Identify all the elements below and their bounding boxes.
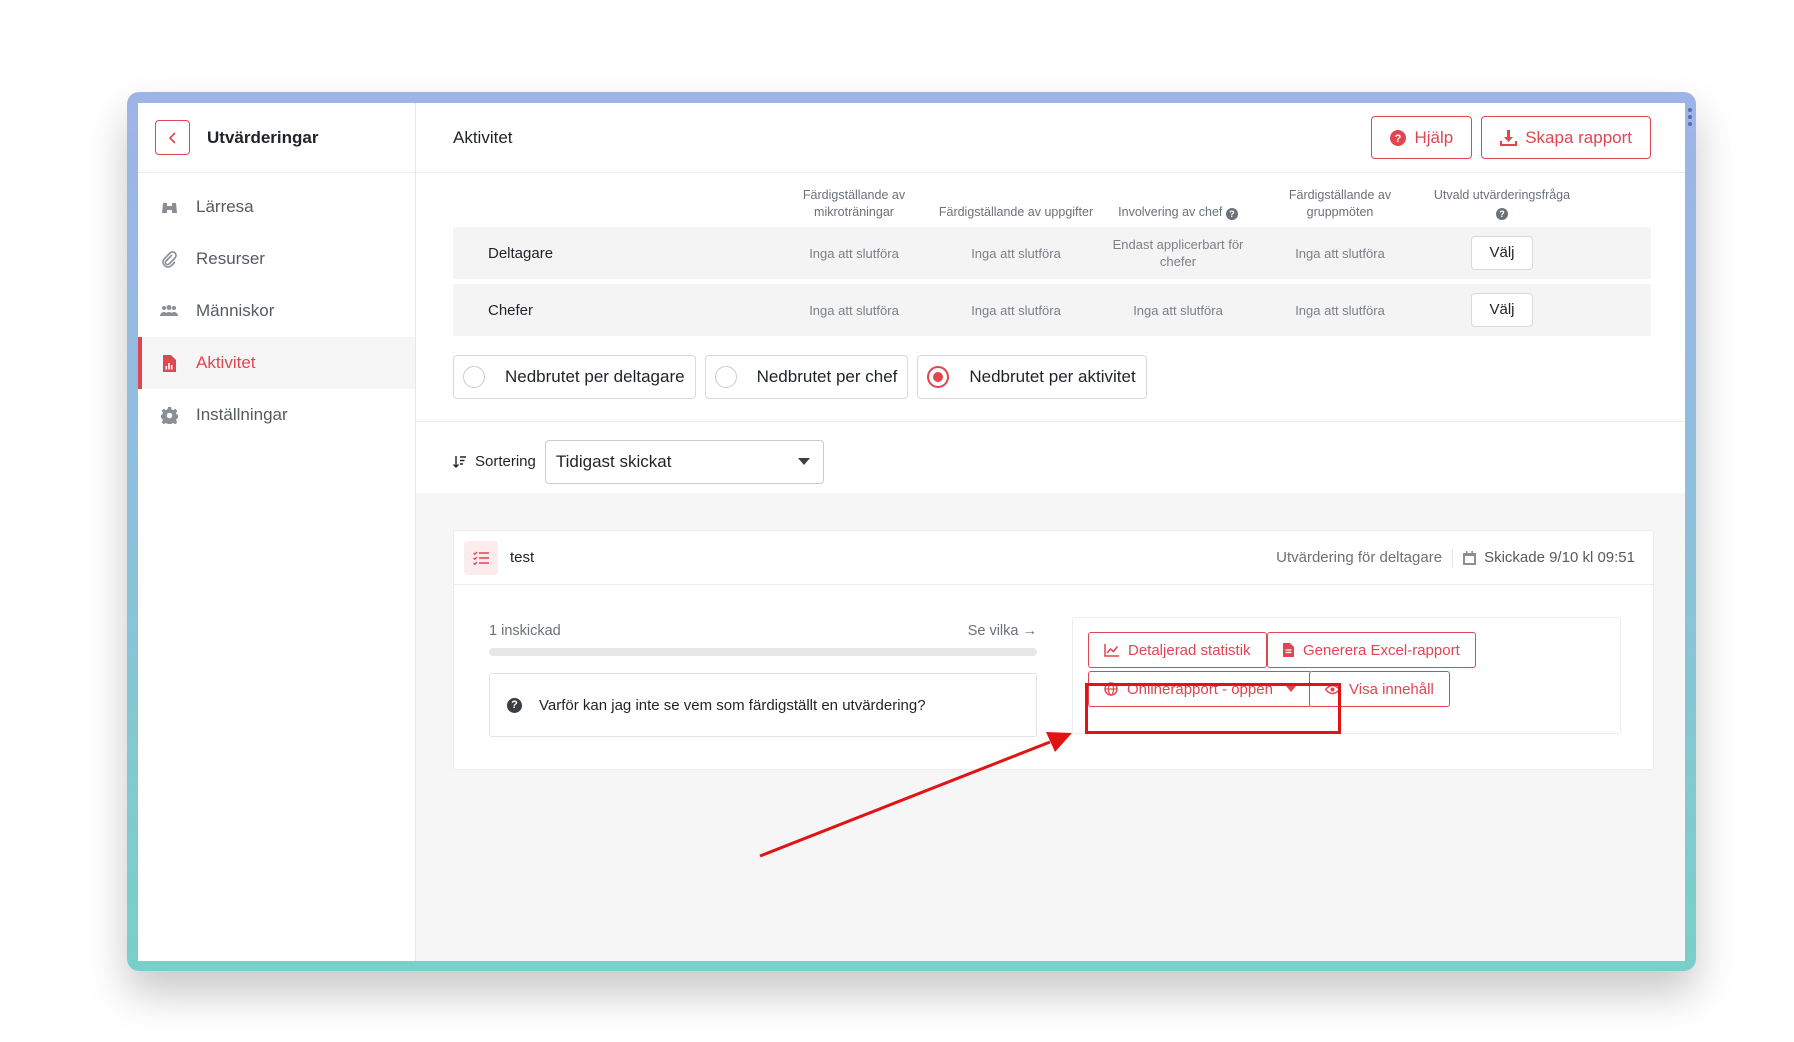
help-circle-icon[interactable]: ?: [1225, 208, 1238, 220]
table-cell: Inga att slutföra: [809, 245, 899, 261]
breakdown-options: Nedbrutet per deltagare Nedbrutet per ch…: [453, 355, 1651, 399]
help-button-label: Hjälp: [1414, 127, 1454, 147]
checklist-icon: [464, 540, 498, 575]
column-header-manager-involvement: Involvering av chef ?: [1097, 204, 1259, 221]
activity-title: test: [510, 549, 535, 566]
table-header: Färdigställande av mikroträningar Färdig…: [453, 187, 1651, 227]
table-cell: Inga att slutföra: [1295, 245, 1385, 261]
progress-bar: [489, 648, 1037, 656]
page-title: Aktivitet: [453, 127, 513, 147]
caret-down-icon: [797, 458, 810, 465]
paperclip-icon: [160, 250, 178, 268]
faq-box[interactable]: ? Varför kan jag inte se vem som färdigs…: [489, 673, 1037, 737]
sidebar-nav: Lärresa Resurser Människor Aktivitet Ins…: [138, 181, 415, 441]
line-chart-icon: [1104, 643, 1119, 657]
table-cell: Inga att slutföra: [971, 245, 1061, 261]
row-label: Chefer: [488, 301, 534, 319]
sidebar-item-larresa[interactable]: Lärresa: [138, 181, 415, 233]
submitted-count: 1 inskickad: [489, 623, 561, 639]
completion-table-section: Färdigställande av mikroträningar Färdig…: [416, 173, 1685, 422]
binoculars-icon: [160, 198, 178, 216]
calendar-icon: [1463, 550, 1477, 565]
detailed-statistics-button[interactable]: Detaljerad statistik: [1088, 632, 1267, 668]
sidebar-item-aktivitet[interactable]: Aktivitet: [138, 337, 415, 389]
column-header: Färdigställande av uppgifter: [938, 205, 1094, 219]
see-which-link[interactable]: Se vilka →: [968, 623, 1037, 639]
breakdown-per-manager-radio[interactable]: Nedbrutet per chef: [704, 355, 909, 399]
generate-excel-report-button[interactable]: Generera Excel-rapport: [1267, 632, 1476, 668]
window-resize-handle[interactable]: [1688, 108, 1692, 126]
sidebar-header: Utvärderingar: [138, 103, 415, 173]
radio-circle-selected: [927, 366, 950, 388]
radio-circle: [714, 366, 737, 388]
report-file-icon: [160, 354, 178, 372]
create-report-button-label: Skapa rapport: [1525, 127, 1632, 147]
svg-text:?: ?: [1395, 133, 1402, 145]
column-header: Färdigställande av mikroträningar: [802, 188, 906, 219]
breakdown-per-participant-radio[interactable]: Nedbrutet per deltagare: [453, 355, 696, 399]
table-row: Deltagare Inga att slutföra Inga att slu…: [453, 227, 1651, 279]
users-icon: [160, 302, 178, 320]
table-row: Chefer Inga att slutföra Inga att slutfö…: [453, 284, 1651, 336]
sort-bar: Sortering Tidigast skickat: [416, 422, 1685, 502]
row-label: Deltagare: [488, 244, 554, 262]
table-cell: Inga att slutföra: [809, 302, 899, 318]
sidebar: Utvärderingar Lärresa Resurser Människor: [138, 103, 416, 961]
select-question-button[interactable]: Välj: [1471, 236, 1533, 270]
sidebar-item-label: Inställningar: [196, 405, 288, 424]
radio-circle: [463, 366, 485, 388]
gear-icon: [160, 406, 178, 424]
sort-label: Sortering: [475, 453, 536, 470]
submission-progress: 1 inskickad Se vilka →: [489, 623, 1037, 656]
table-cell: Inga att slutföra: [1295, 302, 1385, 318]
question-circle-icon: ?: [507, 697, 522, 713]
page-header: Aktivitet ? Hjälp Skapa rapport: [416, 103, 1685, 173]
annotation-highlight-box: [1085, 683, 1341, 734]
activity-card-header: test Utvärdering för deltagare Skickade …: [454, 531, 1653, 585]
table-cell: Inga att slutföra: [971, 302, 1061, 318]
table-cell: Endast applicerbart för chefer: [1112, 237, 1244, 269]
column-header: Färdigställande av gruppmöten: [1288, 188, 1392, 219]
divider: [1452, 548, 1454, 567]
breakdown-per-activity-radio[interactable]: Nedbrutet per aktivitet: [917, 355, 1147, 399]
app-window: Utvärderingar Lärresa Resurser Människor: [138, 103, 1685, 961]
help-circle-icon[interactable]: ?: [1496, 208, 1508, 220]
create-report-button[interactable]: Skapa rapport: [1481, 116, 1651, 159]
file-icon: [1283, 643, 1294, 657]
sort-select-value: Tidigast skickat: [555, 451, 672, 471]
sidebar-item-installningar[interactable]: Inställningar: [138, 389, 415, 441]
main-content: Aktivitet ? Hjälp Skapa rapport Färdigst…: [416, 103, 1685, 961]
faq-question: Varför kan jag inte se vem som färdigstä…: [539, 696, 926, 714]
sidebar-title: Utvärderingar: [207, 127, 319, 147]
activity-type: Utvärdering för deltagare: [1276, 549, 1443, 566]
sidebar-item-label: Människor: [196, 301, 275, 320]
help-circle-icon: ?: [1390, 129, 1407, 146]
sort-icon: [453, 455, 466, 468]
sidebar-item-manniskor[interactable]: Människor: [138, 285, 415, 337]
download-icon: [1500, 129, 1518, 146]
activity-sent-date: Skickade 9/10 kl 09:51: [1463, 549, 1635, 566]
sidebar-item-label: Resurser: [196, 249, 265, 268]
table-cell: Inga att slutföra: [1133, 302, 1223, 318]
activity-card-body: 1 inskickad Se vilka → ? Varför kan jag …: [454, 585, 1653, 771]
help-button[interactable]: ? Hjälp: [1371, 116, 1473, 159]
sort-select[interactable]: Tidigast skickat: [544, 439, 824, 484]
back-button[interactable]: [155, 120, 190, 155]
sidebar-item-resurser[interactable]: Resurser: [138, 233, 415, 285]
select-question-button[interactable]: Välj: [1471, 293, 1533, 327]
sidebar-item-label: Lärresa: [196, 197, 254, 216]
activity-card: test Utvärdering för deltagare Skickade …: [453, 530, 1654, 770]
sidebar-item-label: Aktivitet: [196, 353, 256, 372]
chevron-left-icon: [168, 131, 176, 144]
column-header-selected-question: Utvald utvärderingsfråga?: [1433, 188, 1571, 220]
